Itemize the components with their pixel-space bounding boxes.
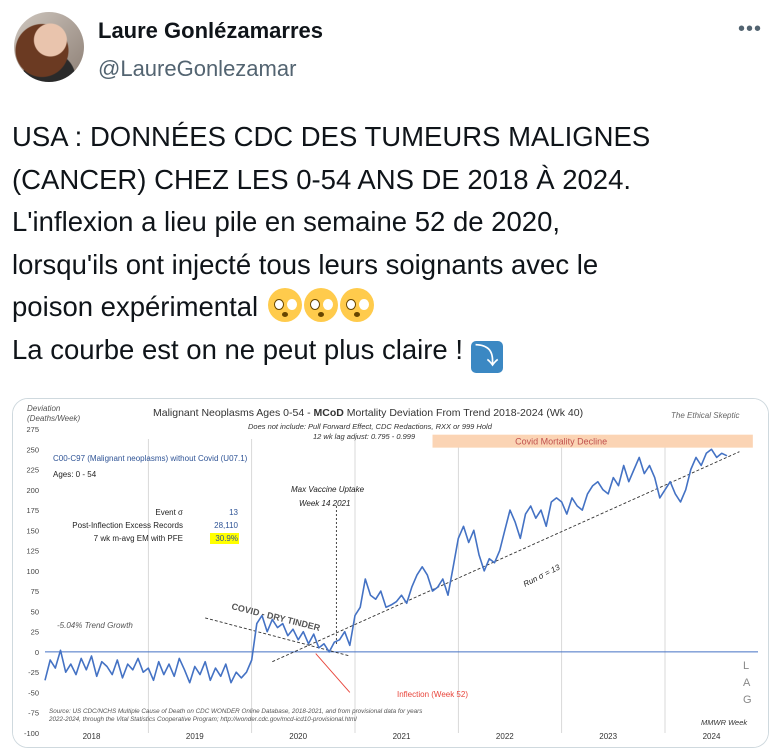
- y-tick-label: 0: [35, 648, 39, 657]
- x-tick-label: 2023: [599, 732, 617, 741]
- x-axis-label: MMWR Week: [701, 718, 748, 727]
- chart-svg: Deviation (Deaths/Week) Malignant Neopla…: [13, 399, 768, 747]
- tweet-media-chart[interactable]: Deviation (Deaths/Week) Malignant Neopla…: [12, 398, 769, 748]
- y-tick-label: 250: [26, 445, 39, 454]
- tweet-line-with-icon: La courbe est on ne peut plus claire ! ⤵: [12, 329, 762, 373]
- watermark: The Ethical Skeptic: [671, 411, 739, 420]
- chart-title: Malignant Neoplasms Ages 0-54 - MCoD Mor…: [153, 407, 583, 419]
- arrow-down-right-icon: ⤵: [470, 340, 503, 373]
- trend-growth-label: -5.04% Trend Growth: [57, 621, 133, 630]
- x-tick-label: 2021: [393, 732, 411, 741]
- lag-label: L: [743, 660, 749, 672]
- stat-value: 28,110: [214, 521, 238, 530]
- tweet-line: lorsqu'ils ont injecté tous leurs soigna…: [12, 248, 599, 280]
- series-legend: C00-C97 (Malignant neoplasms) without Co…: [53, 454, 248, 463]
- tweet-line: L'inflexion a lieu pile en semaine 52 de…: [12, 206, 560, 237]
- ages-label: Ages: 0 - 54: [53, 470, 97, 479]
- y-tick-label: -25: [28, 668, 39, 677]
- covid-decline-label: Covid Mortality Decline: [515, 436, 607, 446]
- tweet-line: (CANCER) CHEZ LES 0-54 ANS DE 2018 À 202…: [12, 163, 632, 195]
- y-tick-label: 225: [26, 466, 39, 475]
- y-tick-label: 275: [26, 425, 39, 434]
- vaccine-annotation: Max Vaccine Uptake: [291, 485, 365, 494]
- source-note: Source: US CDC/NCHS Multiple Cause of De…: [49, 708, 423, 715]
- tweet-line-with-emoji: poison expérimental: [12, 286, 762, 329]
- user-name[interactable]: Laure Gonlézamarres: [98, 18, 323, 44]
- x-tick-label: 2024: [703, 732, 721, 741]
- flushed-face-emoji: [267, 288, 302, 322]
- y-axis-label: (Deaths/Week): [27, 414, 81, 423]
- avatar[interactable]: [14, 12, 84, 82]
- tweet-line: La courbe est on ne peut plus claire !: [12, 333, 463, 365]
- stat-label: Event σ: [155, 508, 183, 517]
- y-tick-label: 75: [31, 587, 39, 596]
- inflection-label: Inflection (Week 52): [397, 690, 468, 699]
- x-tick-label: 2022: [496, 732, 514, 741]
- stat-label: 7 wk m-avg EM with PFE: [94, 534, 183, 543]
- vaccine-annotation: Week 14 2021: [299, 499, 350, 508]
- more-horizontal-icon[interactable]: •••: [738, 18, 762, 41]
- y-tick-label: 25: [31, 628, 39, 637]
- y-axis-label: Deviation: [27, 404, 61, 413]
- lag-label: A: [743, 677, 751, 689]
- stat-label: Post-Inflection Excess Records: [72, 521, 183, 530]
- chart-subtitle: Does not include: Pull Forward Effect, C…: [248, 422, 493, 431]
- source-note: 2022-2024, through the Vital Statistics …: [48, 716, 357, 723]
- y-tick-label: 100: [26, 567, 39, 576]
- chart-subtitle: 12 wk lag adjust: 0.795 - 0.999: [313, 432, 416, 441]
- y-tick-label: 50: [31, 607, 39, 616]
- stat-value: 13: [229, 508, 238, 517]
- flushed-face-emoji: [303, 288, 338, 322]
- tweet-line: poison expérimental: [12, 291, 259, 322]
- y-tick-label: 200: [26, 486, 39, 495]
- lag-label: G: [743, 694, 752, 706]
- y-tick-label: -100: [24, 729, 39, 738]
- tweet-text: USA : DONNÉES CDC DES TUMEURS MALIGNES (…: [12, 116, 762, 373]
- y-tick-label: 150: [26, 526, 39, 535]
- y-tick-label: 125: [26, 547, 39, 556]
- x-tick-label: 2018: [83, 732, 101, 741]
- y-tick-label: -75: [28, 709, 39, 718]
- stat-value: 30.9%: [215, 534, 238, 543]
- flushed-face-emoji: [339, 288, 374, 322]
- x-tick-label: 2019: [186, 732, 204, 741]
- tweet-line: USA : DONNÉES CDC DES TUMEURS MALIGNES: [12, 121, 651, 152]
- x-tick-label: 2020: [289, 732, 307, 741]
- user-handle[interactable]: @LaureGonlezamar: [98, 56, 296, 82]
- y-tick-label: -50: [28, 688, 39, 697]
- y-tick-label: 175: [26, 506, 39, 515]
